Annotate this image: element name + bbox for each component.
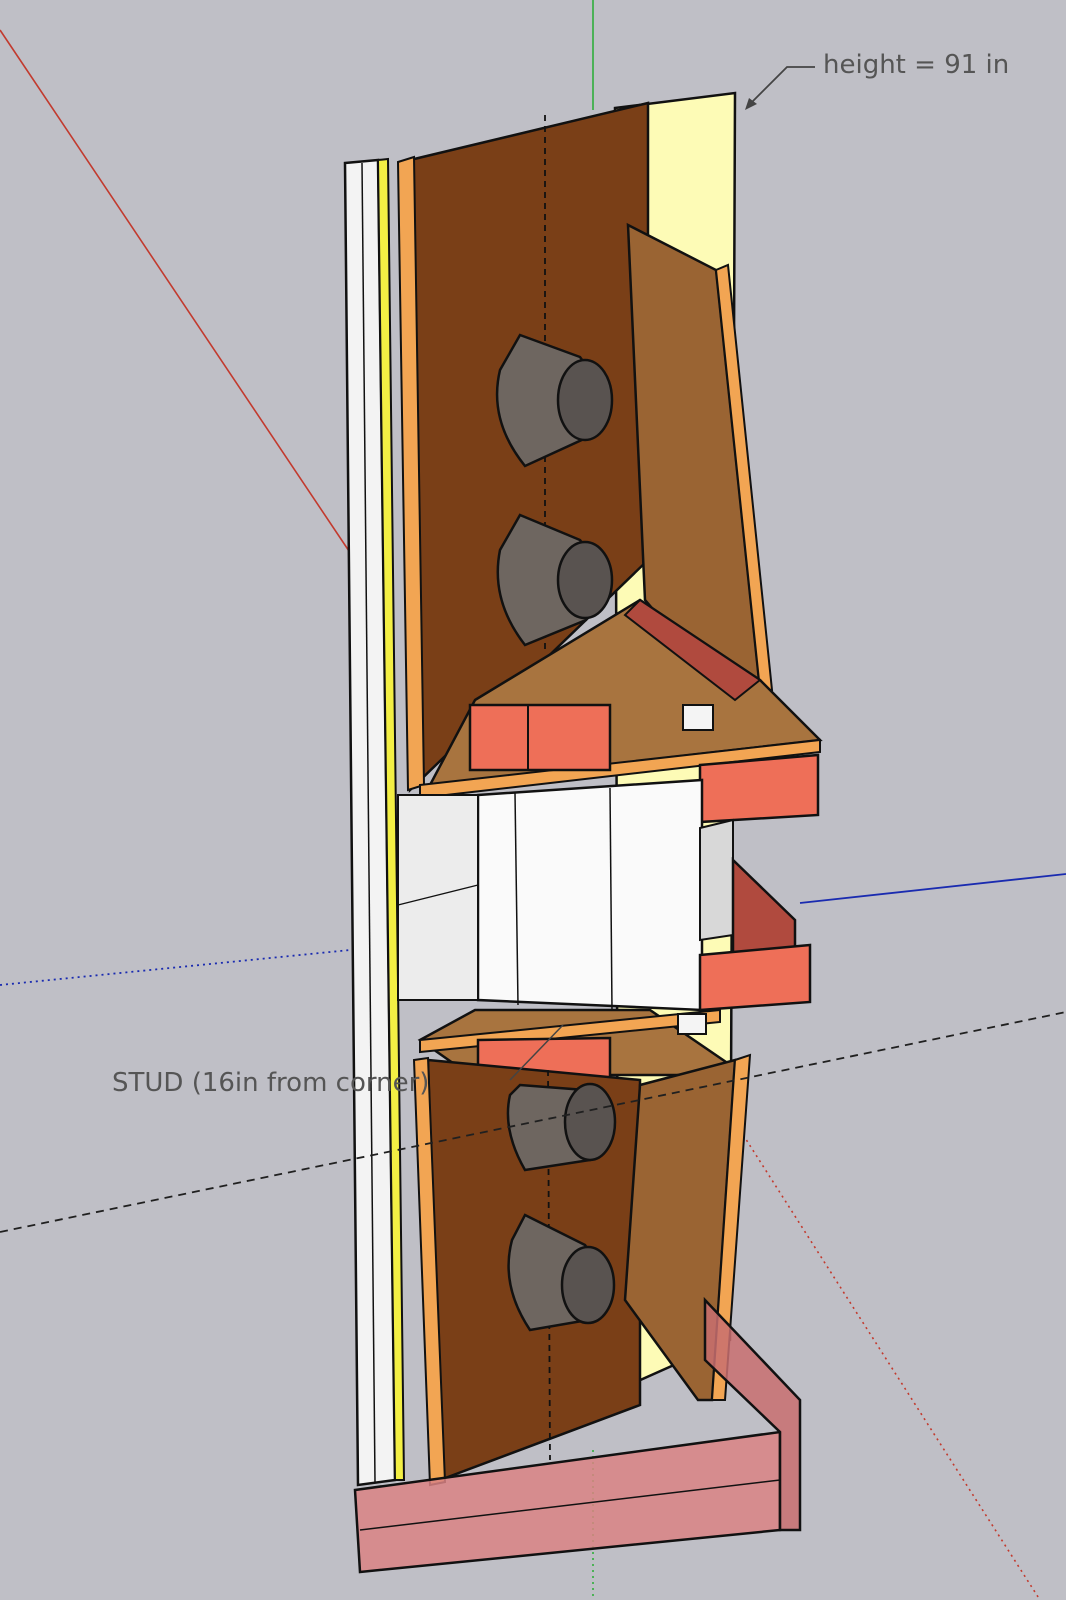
height-leader-line	[751, 66, 815, 103]
sketchup-viewport[interactable]: height = 91 in STUD (16in from corner)	[0, 0, 1066, 1600]
middle-gray-panel[interactable]	[699, 818, 734, 942]
lower-dowel[interactable]	[677, 1013, 707, 1035]
stud-annotation[interactable]: STUD (16in from corner)	[112, 1070, 429, 1096]
model-scene[interactable]	[0, 0, 1066, 1600]
red-axis-line	[0, 29, 356, 561]
upper-block-left[interactable]	[468, 703, 612, 772]
height-annotation[interactable]: height = 91 in	[823, 52, 1009, 78]
upper-dowel[interactable]	[682, 704, 714, 731]
middle-white-box[interactable]	[476, 778, 704, 1012]
bottom-frame-front[interactable]	[353, 1430, 782, 1574]
blue-axis-line	[799, 873, 1066, 904]
middle-bracket-front[interactable]	[698, 943, 812, 1012]
blue-axis-dotted-line	[0, 947, 371, 986]
lower-cone-top[interactable]	[506, 1082, 617, 1172]
upper-block-right[interactable]	[698, 753, 820, 824]
wall-tiles[interactable]	[397, 794, 479, 1001]
